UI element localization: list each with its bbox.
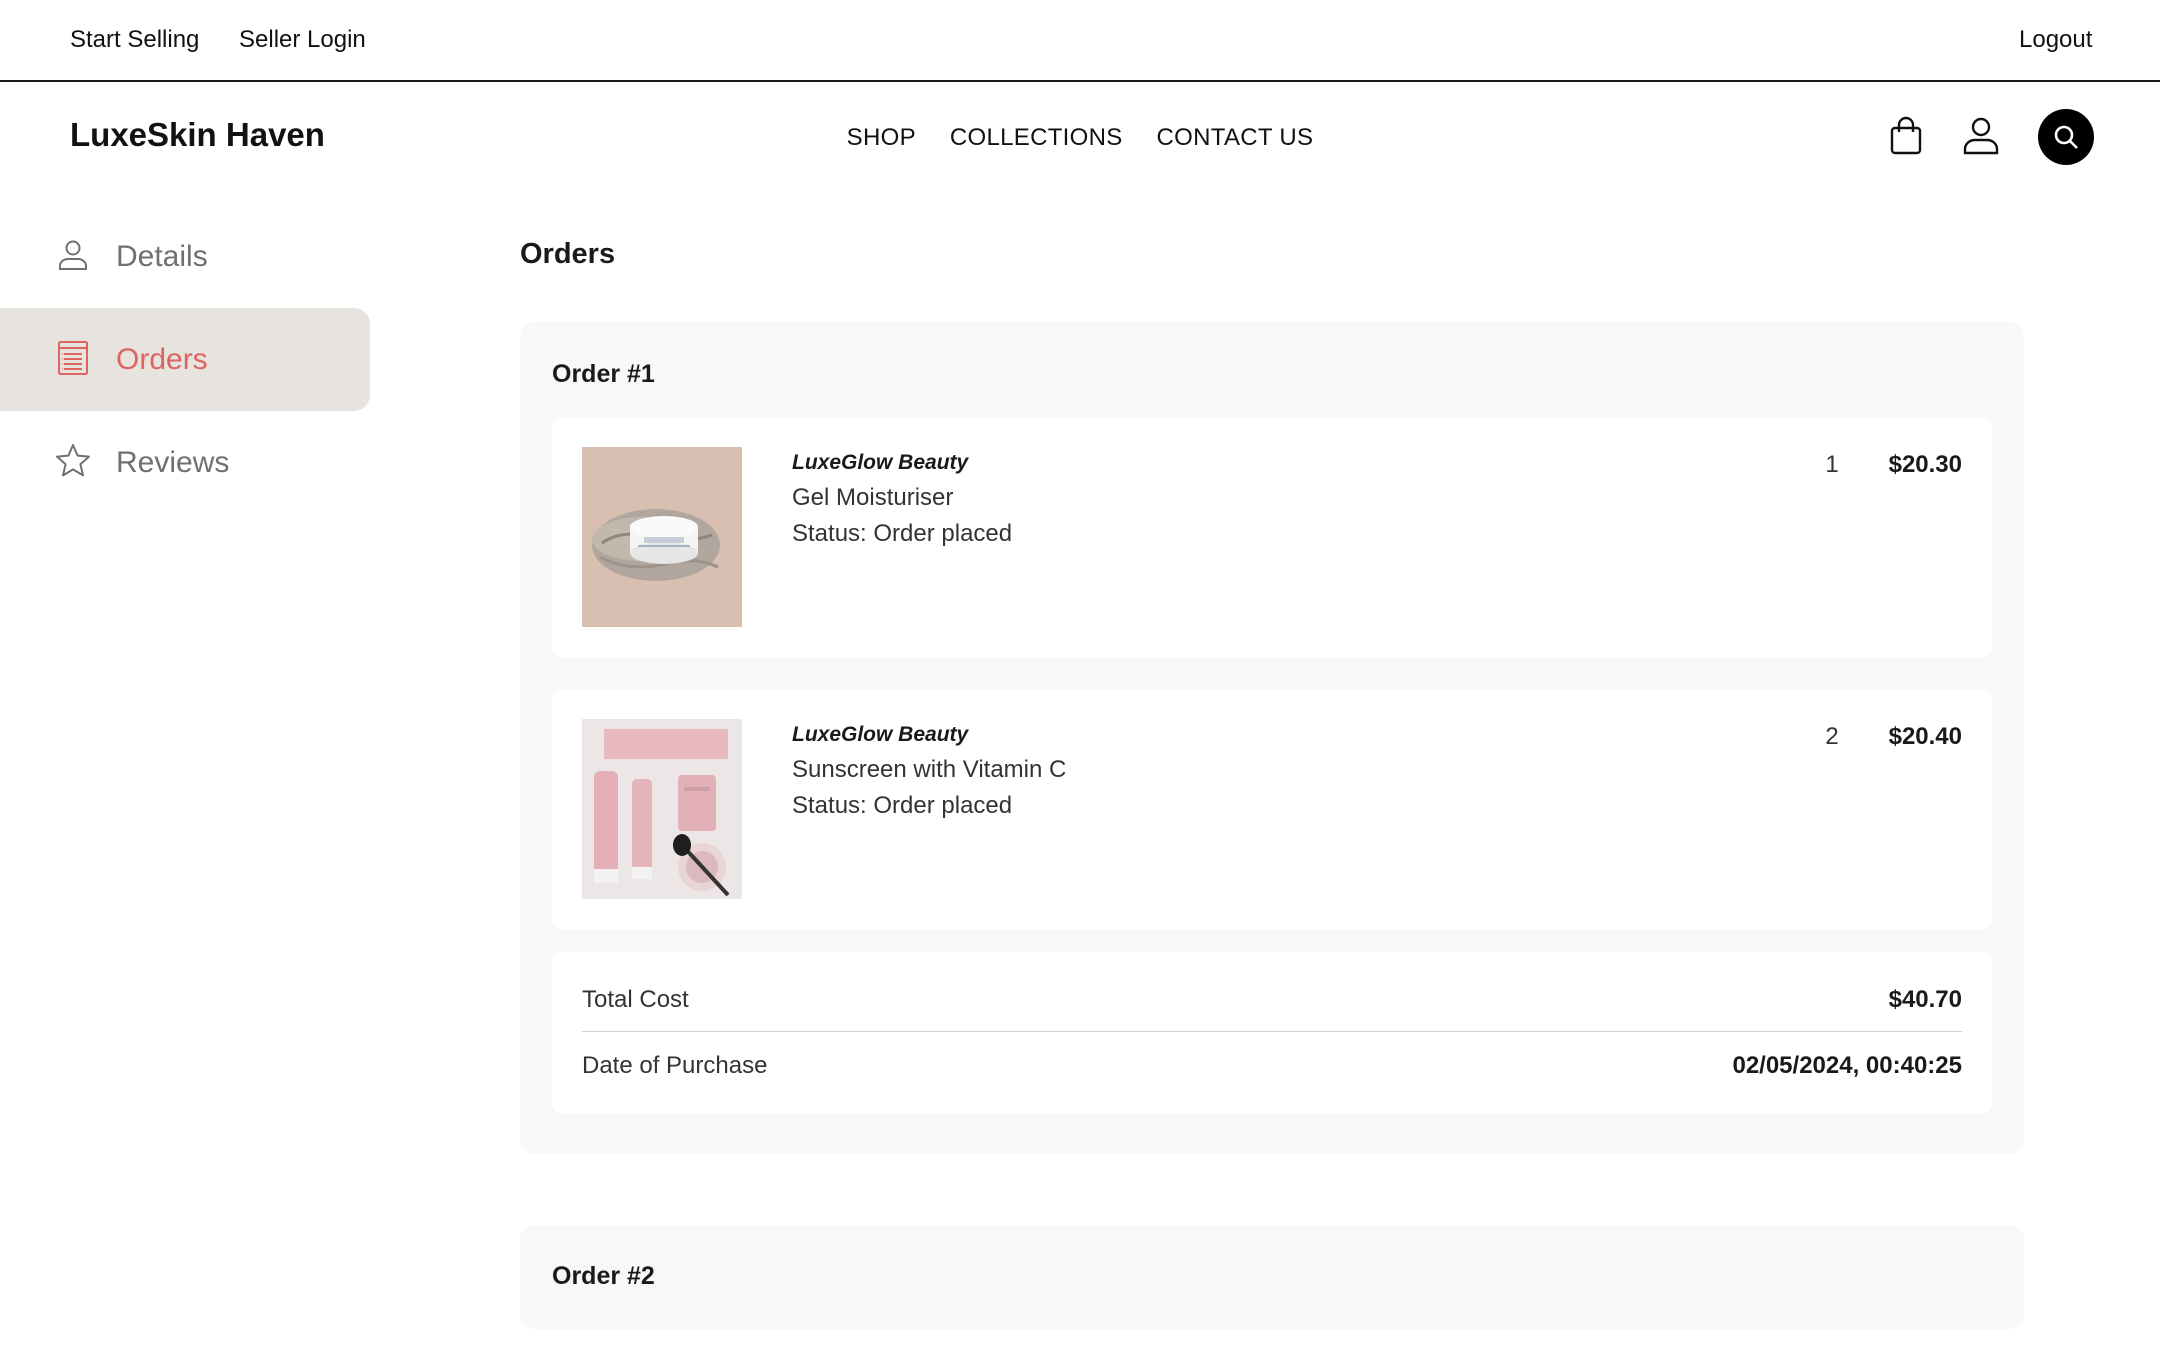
nav-shop[interactable]: SHOP — [847, 124, 916, 152]
sidebar-item-label: Reviews — [116, 446, 230, 479]
order-status: Status: Order placed — [792, 792, 1013, 819]
user-icon — [54, 236, 92, 274]
purchase-date-label: Date of Purchase — [582, 1052, 768, 1079]
receipt-icon — [54, 339, 92, 377]
shopping-bag-icon[interactable] — [1884, 114, 1928, 158]
order-title: Order #1 — [552, 360, 655, 388]
order-item: LuxeGlow Beauty Gel Moisturiser Status: … — [552, 417, 1992, 657]
search-button[interactable] — [2038, 109, 2094, 165]
page-title: Orders — [520, 238, 616, 270]
order-item: LuxeGlow Beauty Sunscreen with Vitamin C… — [552, 689, 1992, 929]
order-card: Order #2 — [520, 1225, 2024, 1329]
sidebar-item-label: Details — [116, 240, 208, 273]
sidebar-item-reviews[interactable]: Reviews — [0, 411, 370, 514]
total-cost-row: Total Cost $40.70 — [582, 952, 1962, 1013]
nav-collections[interactable]: COLLECTIONS — [950, 124, 1123, 152]
start-selling-link[interactable]: Start Selling — [70, 26, 199, 54]
product-name[interactable]: Gel Moisturiser — [792, 484, 953, 512]
product-image-gel-moisturiser[interactable] — [582, 447, 742, 627]
search-icon — [2054, 125, 2078, 149]
item-quantity: 1 — [1825, 451, 1839, 478]
item-price: $20.40 — [1888, 723, 1962, 750]
sidebar-item-orders[interactable]: Orders — [0, 308, 370, 411]
total-cost-value: $40.70 — [1888, 986, 1962, 1013]
purchase-date-value: 02/05/2024, 00:40:25 — [1732, 1052, 1962, 1079]
product-brand: LuxeGlow Beauty — [792, 451, 969, 474]
item-quantity: 2 — [1825, 723, 1839, 750]
order-summary: Total Cost $40.70 Date of Purchase 02/05… — [552, 952, 1992, 1114]
sidebar-item-label: Orders — [116, 343, 208, 376]
nav-contact-us[interactable]: CONTACT US — [1157, 124, 1314, 152]
product-name[interactable]: Sunscreen with Vitamin C — [792, 756, 1066, 784]
product-brand: LuxeGlow Beauty — [792, 723, 969, 746]
top-bar: Start Selling Seller Login Logout — [0, 0, 2160, 82]
logout-link[interactable]: Logout — [2019, 26, 2092, 54]
order-status: Status: Order placed — [792, 520, 1013, 547]
star-icon — [54, 442, 92, 480]
user-icon[interactable] — [1959, 114, 2003, 158]
main-header: LuxeSkin Haven SHOP COLLECTIONS CONTACT … — [0, 82, 2160, 192]
order-card: Order #1 LuxeGlow Beauty Gel Moisturiser… — [520, 322, 2024, 1154]
main-nav: SHOP COLLECTIONS CONTACT US — [0, 124, 2160, 152]
total-cost-label: Total Cost — [582, 986, 689, 1013]
account-sidebar: Details Orders Reviews — [0, 205, 370, 514]
order-title: Order #2 — [552, 1262, 655, 1290]
product-image-sunscreen[interactable] — [582, 719, 742, 899]
item-price: $20.30 — [1888, 451, 1962, 478]
sidebar-item-details[interactable]: Details — [0, 205, 370, 308]
purchase-date-row: Date of Purchase 02/05/2024, 00:40:25 — [582, 1018, 1962, 1079]
seller-login-link[interactable]: Seller Login — [239, 26, 366, 54]
